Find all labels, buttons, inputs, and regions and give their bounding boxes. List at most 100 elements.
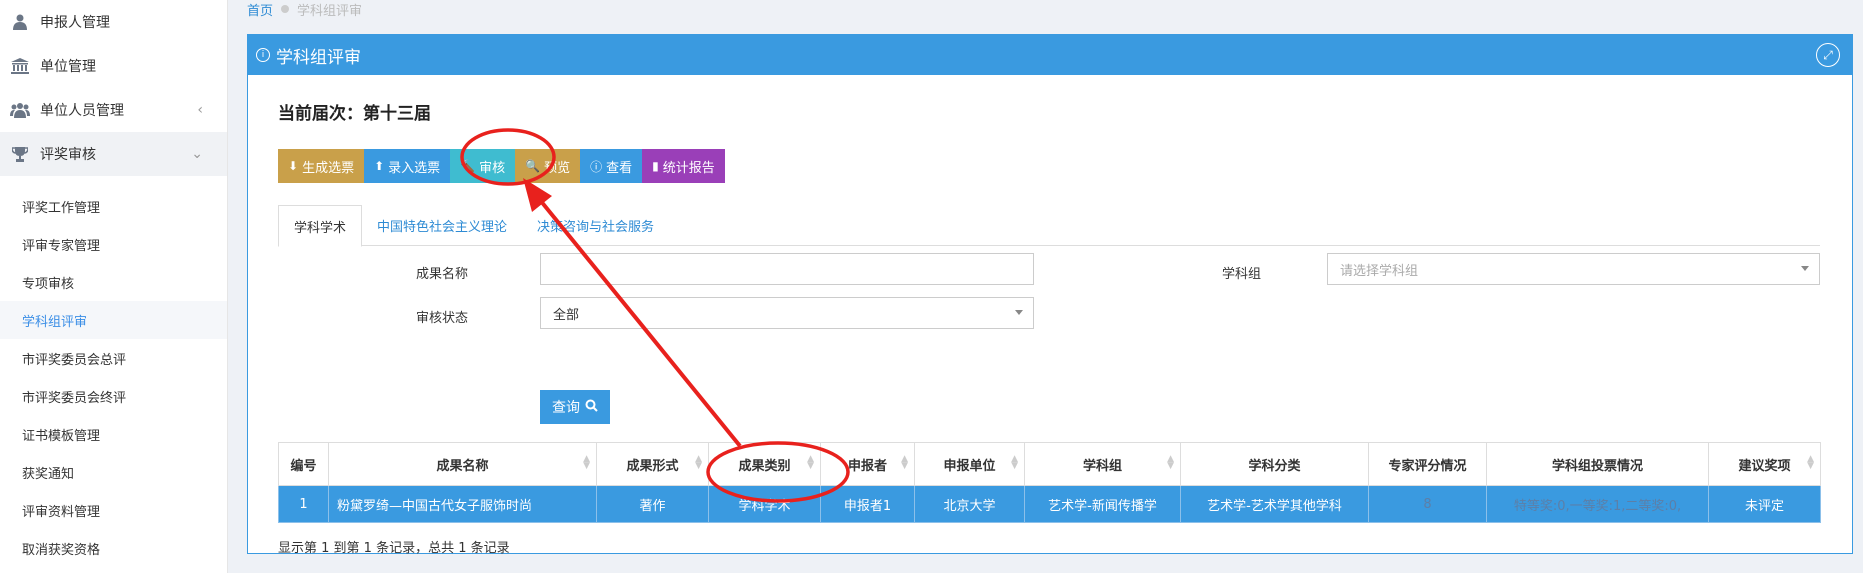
cell-discipline-category: 艺术学-艺术学其他学科 xyxy=(1180,485,1369,523)
user-icon xyxy=(10,12,30,32)
sidebar-subitem-expert-management[interactable]: 评审专家管理 xyxy=(0,225,227,263)
cell-result-name: 粉黛罗绮—中国古代女子服饰时尚 xyxy=(328,485,597,523)
column-header[interactable]: 建议奖项 ▲ ▼ xyxy=(1708,442,1821,486)
button-label: 查看 xyxy=(606,160,633,176)
sort-icon: ▲ ▼ xyxy=(807,454,814,471)
chevron-left-icon: ‹ xyxy=(197,102,203,118)
chevron-down-icon xyxy=(1801,266,1809,271)
sidebar-item-award-review[interactable]: 评奖审核 ⌄ xyxy=(0,132,227,176)
action-toolbar: ⬇ 生成选票 ⬆ 录入选票 🔨 审核 🔍 预览 ⓘ 查看 ▮ 统计报告 xyxy=(278,149,725,183)
users-icon xyxy=(10,100,30,120)
column-header[interactable]: 专家评分情况 xyxy=(1368,442,1487,486)
button-label: 统计报告 xyxy=(662,160,715,176)
stats-report-button[interactable]: ▮ 统计报告 xyxy=(642,149,725,183)
breadcrumb-home-link[interactable]: 首页 xyxy=(247,0,273,19)
sidebar-subitem-award-notice[interactable]: 获奖通知 xyxy=(0,453,227,491)
breadcrumb-separator xyxy=(281,5,290,13)
sort-icon: ▲ ▼ xyxy=(1807,454,1814,471)
bar-chart-icon: ▮ xyxy=(652,159,659,173)
cell-expert-score: 8 xyxy=(1368,485,1487,523)
enter-ballot-button[interactable]: ⬆ 录入选票 xyxy=(364,149,451,183)
sidebar: 申报人管理 单位管理 单位人员管理 ‹ 评奖审核 ⌄ 评奖工作管理 评审专家管理… xyxy=(0,0,228,573)
search-icon: 🔍 xyxy=(525,159,541,173)
result-name-input[interactable] xyxy=(540,253,1034,285)
review-panel: i 学科组评审 ⤢ 当前届次：第十三届 ⬇ 生成选票 ⬆ 录入选票 🔨 审核 🔍… xyxy=(247,34,1853,556)
sidebar-item-label: 申报人管理 xyxy=(40,15,110,31)
column-header[interactable]: 学科分类 xyxy=(1180,442,1369,486)
button-label: 预览 xyxy=(544,160,571,176)
sidebar-subitem-award-work[interactable]: 评奖工作管理 xyxy=(0,187,227,225)
cell-result-category: 学科学术 xyxy=(708,485,821,523)
sidebar-subitem-review-materials[interactable]: 评审资料管理 xyxy=(0,491,227,529)
review-status-label: 审核状态 xyxy=(415,311,468,326)
breadcrumb: 首页 学科组评审 xyxy=(247,0,363,19)
bank-icon xyxy=(10,56,30,76)
column-header[interactable]: 成果名称 ▲ ▼ xyxy=(328,442,597,486)
breadcrumb-current: 学科组评审 xyxy=(297,3,363,19)
preview-button[interactable]: 🔍 预览 xyxy=(515,149,581,183)
category-tabs: 学科学术 中国特色社会主义理论 决策咨询与社会服务 xyxy=(278,205,1820,247)
discipline-group-placeholder: 请选择学科组 xyxy=(1340,263,1419,279)
cell-result-form: 著作 xyxy=(596,485,709,523)
chevron-down-icon xyxy=(1015,310,1023,315)
sort-icon: ▲ ▼ xyxy=(583,454,590,471)
upload-icon: ⬆ xyxy=(374,159,385,173)
column-header[interactable]: 成果形式 ▲ ▼ xyxy=(596,442,709,486)
column-header[interactable]: 申报单位 ▲ ▼ xyxy=(914,442,1025,486)
view-button[interactable]: ⓘ 查看 xyxy=(580,149,643,183)
button-label: 审核 xyxy=(479,160,506,176)
button-label: 录入选票 xyxy=(388,160,441,176)
current-round-label: 当前届次：第十三届 xyxy=(278,104,431,124)
table-row[interactable]: 1 粉黛罗绮—中国古代女子服饰时尚 著作 学科学术 申报者1 北京大学 艺术学-… xyxy=(278,485,1821,523)
results-table: 编号 成果名称 ▲ ▼ 成果形式 ▲ ▼ 成果类别 ▲ ▼ 申报者 ▲ ▼ 申报单位 ▲ ▼ 学科组… xyxy=(278,442,1821,523)
cell-suggested-award: 未评定 xyxy=(1708,485,1821,523)
sidebar-item-applicant-management[interactable]: 申报人管理 xyxy=(0,0,227,44)
review-status-select[interactable]: 全部 xyxy=(540,297,1034,329)
sidebar-subitem-committee-final[interactable]: 市评奖委员会终评 xyxy=(0,377,227,415)
sidebar-subitem-certificate-template[interactable]: 证书模板管理 xyxy=(0,415,227,453)
pagination-summary: 显示第 1 到第 1 条记录，总共 1 条记录 xyxy=(278,541,510,556)
sort-icon: ▲ ▼ xyxy=(1011,454,1018,471)
sidebar-item-label: 单位人员管理 xyxy=(40,103,124,119)
column-header[interactable]: 申报者 ▲ ▼ xyxy=(820,442,915,486)
sidebar-item-label: 单位管理 xyxy=(40,59,96,75)
panel-title: 学科组评审 xyxy=(276,47,361,68)
result-name-label: 成果名称 xyxy=(415,267,468,282)
sort-icon: ▲ ▼ xyxy=(695,454,702,471)
panel-header: i 学科组评审 ⤢ xyxy=(248,35,1852,75)
button-label: 查询 xyxy=(552,400,580,416)
sidebar-item-unit-staff-management[interactable]: 单位人员管理 ‹ xyxy=(0,88,227,132)
column-header[interactable]: 学科组投票情况 xyxy=(1486,442,1709,486)
expand-icon[interactable]: ⤢ xyxy=(1816,43,1840,67)
sidebar-subitem-committee-general[interactable]: 市评奖委员会总评 xyxy=(0,339,227,377)
download-icon: ⬇ xyxy=(288,159,299,173)
button-label: 生成选票 xyxy=(302,160,355,176)
discipline-group-select[interactable]: 请选择学科组 xyxy=(1327,253,1820,285)
tab-socialism-theory[interactable]: 中国特色社会主义理论 xyxy=(362,205,522,245)
cell-unit: 北京大学 xyxy=(914,485,1025,523)
generate-ballot-button[interactable]: ⬇ 生成选票 xyxy=(278,149,365,183)
query-button[interactable]: 查询 xyxy=(540,390,610,424)
cell-applicant: 申报者1 xyxy=(820,485,915,523)
discipline-group-label: 学科组 xyxy=(1221,267,1261,282)
sort-icon: ▲ ▼ xyxy=(901,454,908,471)
trophy-icon xyxy=(10,144,30,164)
sidebar-item-unit-management[interactable]: 单位管理 xyxy=(0,44,227,88)
sidebar-subitem-discipline-review[interactable]: 学科组评审 xyxy=(0,301,227,339)
info-icon: ⓘ xyxy=(590,159,603,174)
tab-discipline-academic[interactable]: 学科学术 xyxy=(278,205,363,247)
sort-icon: ▲ ▼ xyxy=(1167,454,1174,471)
search-icon xyxy=(585,399,598,416)
info-icon: i xyxy=(256,48,270,62)
column-header[interactable]: 学科组 ▲ ▼ xyxy=(1024,442,1181,486)
tab-decision-consulting[interactable]: 决策咨询与社会服务 xyxy=(522,205,669,245)
sidebar-subitem-special-review[interactable]: 专项审核 xyxy=(0,263,227,301)
chevron-down-icon: ⌄ xyxy=(191,146,203,162)
column-header[interactable]: 编号 xyxy=(278,442,329,486)
table-header-row: 编号 成果名称 ▲ ▼ 成果形式 ▲ ▼ 成果类别 ▲ ▼ 申报者 ▲ ▼ 申报单位 ▲ ▼ 学科组… xyxy=(278,442,1821,486)
audit-button[interactable]: 🔨 审核 xyxy=(450,149,516,183)
cell-group-votes: 特等奖:0,一等奖:1,二等奖:0, xyxy=(1486,485,1709,523)
review-status-value: 全部 xyxy=(553,307,580,323)
column-header[interactable]: 成果类别 ▲ ▼ xyxy=(708,442,821,486)
sidebar-subitem-cancel-award[interactable]: 取消获奖资格 xyxy=(0,529,227,567)
